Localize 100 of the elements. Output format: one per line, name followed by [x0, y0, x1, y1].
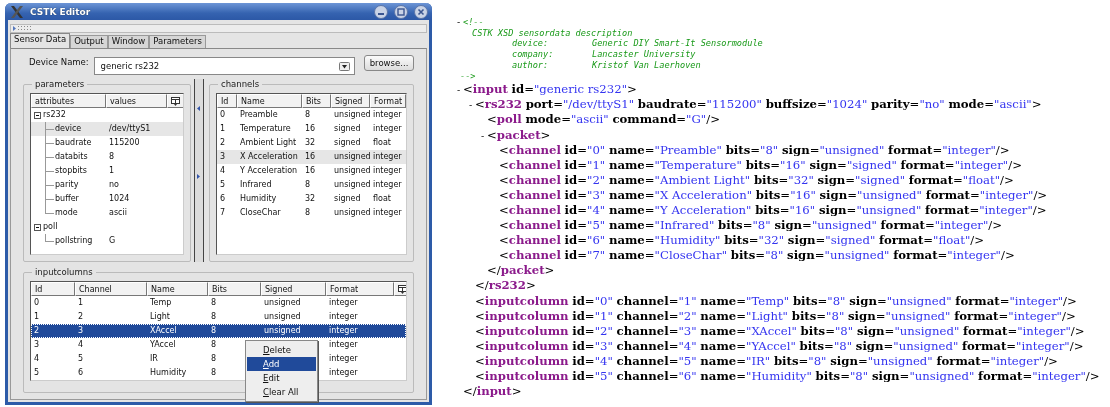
table-cell[interactable]: 3: [217, 150, 237, 164]
table-cell[interactable]: 1: [31, 310, 75, 324]
table-cell[interactable]: 2: [31, 324, 75, 338]
collapse-toggle[interactable]: -: [454, 85, 463, 96]
column-header[interactable]: Bits: [302, 94, 331, 108]
table-cell[interactable]: unsigned: [331, 206, 370, 220]
column-header[interactable]: Bits: [208, 282, 261, 296]
table-cell[interactable]: signed: [331, 192, 370, 206]
table-cell[interactable]: integer: [326, 366, 406, 380]
table-cell[interactable]: integer: [326, 352, 406, 366]
column-header[interactable]: values: [106, 94, 167, 108]
table-cell[interactable]: Preamble: [237, 108, 302, 122]
column-header[interactable]: Signed: [331, 94, 370, 108]
tree-row[interactable]: mode ascii: [31, 206, 183, 220]
collapse-toggle[interactable]: -: [478, 130, 487, 141]
table-cell[interactable]: 1: [217, 122, 237, 136]
table-cell[interactable]: float: [370, 192, 406, 206]
maximize-button[interactable]: [394, 4, 408, 19]
table-cell[interactable]: 0: [217, 108, 237, 122]
table-cell[interactable]: integer: [370, 150, 406, 164]
table-cell[interactable]: integer: [370, 108, 406, 122]
table-cell[interactable]: X Acceleration: [237, 150, 302, 164]
table-cell[interactable]: 16: [302, 122, 331, 136]
table-cell[interactable]: CloseChar: [237, 206, 302, 220]
table-cell[interactable]: 2: [217, 136, 237, 150]
table-cell[interactable]: 3: [31, 338, 75, 352]
table-cell[interactable]: 6: [217, 192, 237, 206]
tab[interactable]: Sensor Data: [10, 33, 71, 48]
table-cell[interactable]: 8: [302, 108, 331, 122]
table-cell[interactable]: unsigned: [331, 178, 370, 192]
device-combobox[interactable]: generic rs232: [93, 57, 356, 75]
tree-row[interactable]: buffer 1024: [31, 192, 183, 206]
table-cell[interactable]: 1: [75, 296, 147, 310]
tree-row[interactable]: baudrate 115200: [31, 136, 183, 150]
table-cell[interactable]: 16: [302, 164, 331, 178]
column-header[interactable]: Signed: [261, 282, 326, 296]
table-cell[interactable]: 8: [208, 310, 261, 324]
table-cell[interactable]: unsigned: [261, 296, 326, 310]
table-cell[interactable]: integer: [370, 164, 406, 178]
table-cell[interactable]: 8: [302, 206, 331, 220]
tree-row[interactable]: stopbits 1: [31, 164, 183, 178]
tree-row[interactable]: poll: [31, 220, 183, 234]
table-cell[interactable]: 16: [302, 150, 331, 164]
table-cell[interactable]: 0: [31, 296, 75, 310]
arrow-left-icon[interactable]: [196, 106, 201, 111]
table-cell[interactable]: 5: [75, 352, 147, 366]
table-cell[interactable]: 7: [217, 206, 237, 220]
column-chooser-icon[interactable]: [398, 284, 406, 294]
collapse-icon[interactable]: [34, 111, 41, 119]
arrow-right-icon[interactable]: [196, 174, 201, 179]
table-cell[interactable]: 8: [208, 324, 261, 338]
table-cell[interactable]: integer: [370, 122, 406, 136]
table-cell[interactable]: Humidity: [147, 366, 208, 380]
table-cell[interactable]: 8: [302, 178, 331, 192]
menu-item[interactable]: Add: [247, 357, 316, 371]
column-header[interactable]: Format: [326, 282, 394, 296]
table-cell[interactable]: unsigned: [331, 108, 370, 122]
column-header[interactable]: Id: [31, 282, 75, 296]
splitter-handle[interactable]: [194, 79, 204, 262]
table-cell[interactable]: 3: [75, 324, 147, 338]
table-cell[interactable]: Humidity: [237, 192, 302, 206]
table-cell[interactable]: 8: [208, 296, 261, 310]
tree-row[interactable]: parity no: [31, 178, 183, 192]
collapse-toggle[interactable]: -: [466, 100, 475, 111]
table-cell[interactable]: Light: [147, 310, 208, 324]
table-cell[interactable]: Ambient Light: [237, 136, 302, 150]
column-header[interactable]: Name: [237, 94, 302, 108]
tree-row[interactable]: rs232: [31, 108, 183, 122]
table-cell[interactable]: integer: [326, 338, 406, 352]
collapse-icon[interactable]: [34, 223, 41, 231]
table-cell[interactable]: XAccel: [147, 324, 208, 338]
table-cell[interactable]: 32: [302, 192, 331, 206]
tab[interactable]: Parameters: [149, 35, 206, 48]
table-cell[interactable]: 4: [217, 164, 237, 178]
tree-row[interactable]: device /dev/ttyS1: [31, 122, 183, 136]
minimize-button[interactable]: [374, 4, 388, 19]
menu-item[interactable]: Edit: [247, 371, 316, 385]
table-cell[interactable]: integer: [326, 296, 406, 310]
table-cell[interactable]: signed: [331, 122, 370, 136]
table-cell[interactable]: float: [370, 136, 406, 150]
table-cell[interactable]: 32: [302, 136, 331, 150]
table-cell[interactable]: Y Acceleration: [237, 164, 302, 178]
column-header[interactable]: Name: [147, 282, 208, 296]
table-cell[interactable]: integer: [370, 206, 406, 220]
table-cell[interactable]: 2: [75, 310, 147, 324]
table-cell[interactable]: integer: [370, 178, 406, 192]
column-header[interactable]: Id: [217, 94, 237, 108]
tab[interactable]: Output: [70, 35, 108, 48]
table-cell[interactable]: IR: [147, 352, 208, 366]
tree-row[interactable]: pollstring G: [31, 234, 183, 248]
tree-row[interactable]: databits 8: [31, 150, 183, 164]
table-cell[interactable]: 5: [31, 366, 75, 380]
table-cell[interactable]: unsigned: [261, 310, 326, 324]
collapse-toggle[interactable]: -: [454, 17, 463, 28]
table-cell[interactable]: Infrared: [237, 178, 302, 192]
dropdown-icon[interactable]: [339, 61, 351, 71]
close-button[interactable]: [414, 4, 428, 19]
table-cell[interactable]: Temperature: [237, 122, 302, 136]
menu-item[interactable]: Delete: [247, 343, 316, 357]
table-cell[interactable]: 4: [31, 352, 75, 366]
